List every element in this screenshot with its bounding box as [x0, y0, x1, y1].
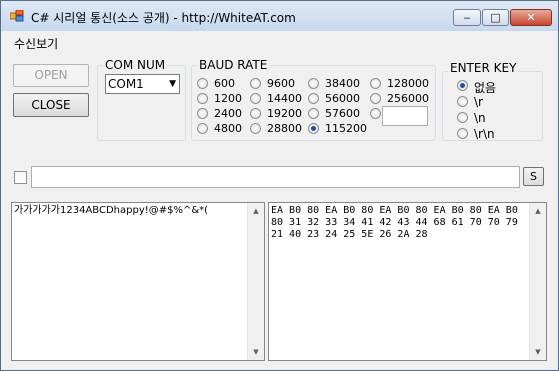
- minimize-icon: ‒: [463, 11, 471, 24]
- baud-option-label: 2400: [214, 107, 242, 120]
- maximize-button[interactable]: □: [482, 9, 509, 26]
- hex-vertical-scrollbar[interactable]: ▲ ▼: [529, 203, 546, 360]
- radio-dot[interactable]: [197, 123, 208, 134]
- radio-dot[interactable]: [250, 93, 261, 104]
- radio-dot[interactable]: [308, 108, 319, 119]
- minimize-button[interactable]: ‒: [453, 9, 481, 26]
- baud-option-label: 38400: [325, 77, 360, 90]
- baud-option-label: 600: [214, 77, 235, 90]
- menu-item-view-receive[interactable]: 수신보기: [14, 35, 58, 52]
- com-num-label: COM NUM: [103, 58, 168, 72]
- open-button[interactable]: OPEN: [13, 64, 89, 87]
- maximize-icon: □: [490, 11, 501, 24]
- receive-text-content: 가가가가가1234ABCDhappy!@#$%^&*(: [14, 205, 209, 216]
- baud-option-label: 256000: [387, 92, 429, 105]
- close-port-button[interactable]: CLOSE: [13, 93, 89, 117]
- radio-dot[interactable]: [308, 78, 319, 89]
- radio-dot[interactable]: [457, 128, 468, 139]
- close-icon: ✕: [526, 11, 536, 24]
- radio-dot[interactable]: [308, 123, 319, 134]
- enter-key-option-label: \n: [474, 111, 486, 125]
- baud-option-label: 19200: [267, 107, 302, 120]
- receive-hex-content: EA B0 80 EA B0 80 EA B0 80 EA B0 80 EA B…: [271, 205, 518, 240]
- radio-dot[interactable]: [370, 78, 381, 89]
- send-button[interactable]: S: [523, 167, 544, 186]
- enter-key-label: ENTER KEY: [448, 61, 519, 75]
- radio-dot[interactable]: [197, 108, 208, 119]
- radio-dot[interactable]: [457, 112, 468, 123]
- baud-option-label: 14400: [267, 92, 302, 105]
- com-port-select[interactable]: COM1 ▼: [105, 74, 180, 94]
- receive-text-area[interactable]: 가가가가가1234ABCDhappy!@#$%^&*( ▲ ▼: [11, 202, 265, 361]
- radio-dot[interactable]: [250, 108, 261, 119]
- scroll-up-icon[interactable]: ▲: [530, 203, 546, 219]
- scroll-up-icon[interactable]: ▲: [248, 203, 264, 219]
- baud-option-label: 128000: [387, 77, 429, 90]
- app-icon: [10, 10, 24, 22]
- text-vertical-scrollbar[interactable]: ▲ ▼: [247, 203, 264, 360]
- scroll-down-icon[interactable]: ▼: [248, 344, 264, 360]
- baud-option-label: 9600: [267, 77, 295, 90]
- baud-option-label: 1200: [214, 92, 242, 105]
- baud-option-label: 115200: [325, 122, 367, 135]
- radio-dot[interactable]: [250, 78, 261, 89]
- radio-dot[interactable]: [308, 93, 319, 104]
- radio-dot[interactable]: [457, 96, 468, 107]
- receive-hex-area[interactable]: EA B0 80 EA B0 80 EA B0 80 EA B0 80 EA B…: [268, 202, 547, 361]
- radio-dot[interactable]: [370, 93, 381, 104]
- enter-key-option-label: \r: [474, 95, 483, 109]
- scroll-down-icon[interactable]: ▼: [530, 344, 546, 360]
- radio-dot[interactable]: [197, 93, 208, 104]
- main-panel: OPEN CLOSE COM NUM COM1 ▼ BAUD RATE 600 1…: [2, 52, 557, 369]
- send-option-checkbox[interactable]: [14, 171, 27, 184]
- menu-bar: 수신보기: [2, 31, 557, 52]
- app-window: C# 시리얼 통신(소스 공개) - http://WhiteAT.com ‒ …: [0, 0, 559, 371]
- baud-option-label: 4800: [214, 122, 242, 135]
- chevron-down-icon: ▼: [169, 79, 176, 89]
- radio-dot[interactable]: [197, 78, 208, 89]
- custom-baud-input[interactable]: [382, 106, 428, 126]
- enter-key-option-label: \r\n: [474, 127, 495, 141]
- send-input[interactable]: [31, 166, 520, 188]
- com-port-value: COM1: [108, 77, 144, 91]
- enter-key-option-label: 없음: [474, 81, 497, 95]
- radio-dot[interactable]: [370, 108, 381, 119]
- window-title: C# 시리얼 통신(소스 공개) - http://WhiteAT.com: [31, 11, 296, 25]
- baud-option-label: 57600: [325, 107, 360, 120]
- close-window-button[interactable]: ✕: [510, 9, 552, 26]
- title-bar[interactable]: C# 시리얼 통신(소스 공개) - http://WhiteAT.com ‒ …: [1, 1, 558, 31]
- baud-option-label: 56000: [325, 92, 360, 105]
- radio-dot[interactable]: [250, 123, 261, 134]
- baud-option-label: 28800: [267, 122, 302, 135]
- radio-dot[interactable]: [457, 80, 468, 91]
- baud-rate-label: BAUD RATE: [197, 58, 270, 72]
